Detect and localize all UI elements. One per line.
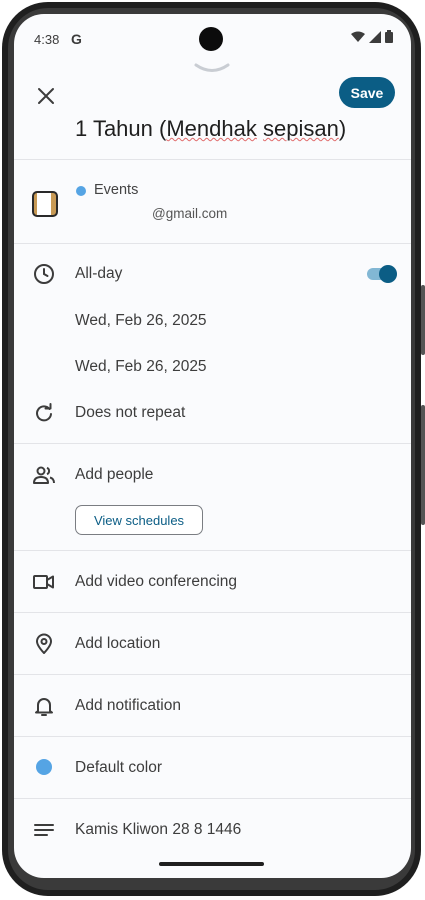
signal-icon — [369, 30, 381, 43]
save-button[interactable]: Save — [339, 77, 395, 108]
repeat-icon — [36, 403, 52, 422]
status-time: 4:38 — [34, 32, 60, 47]
all-day-toggle[interactable] — [367, 265, 397, 283]
people-icon — [33, 466, 55, 484]
video-conferencing-label: Add video conferencing — [75, 573, 238, 590]
power-button — [421, 285, 425, 355]
volume-button — [421, 405, 425, 525]
all-day-label: All-day — [75, 265, 123, 282]
location-pin-icon — [36, 633, 52, 654]
divider — [14, 612, 411, 613]
toggle-thumb — [379, 265, 397, 283]
wifi-icon — [351, 31, 365, 42]
close-icon[interactable] — [32, 82, 60, 110]
event-color-dot — [36, 759, 52, 775]
title-prefix: 1 Tahun ( — [75, 116, 167, 141]
screen: 4:38 G Save 1 Tahun (Mendhak sepisan) Ev… — [14, 14, 411, 878]
battery-icon — [385, 30, 393, 43]
bell-icon — [35, 698, 53, 716]
home-indicator[interactable] — [159, 862, 264, 866]
event-title[interactable]: 1 Tahun (Mendhak sepisan) — [75, 116, 346, 142]
status-icons — [351, 30, 393, 43]
video-camera-icon — [33, 575, 54, 589]
divider — [14, 674, 411, 675]
notification-label: Add notification — [75, 697, 181, 714]
divider — [14, 798, 411, 799]
status-bar: 4:38 G — [14, 14, 411, 64]
repeat-label: Does not repeat — [75, 404, 186, 421]
google-notification-icon: G — [71, 31, 82, 47]
description-lines-icon — [34, 824, 54, 836]
view-schedules-button[interactable]: View schedules — [75, 505, 203, 535]
title-word-2: sepisan — [262, 116, 339, 141]
description-text: Kamis Kliwon 28 8 1446 — [75, 821, 242, 838]
sheet-handle-chevron-icon[interactable] — [192, 62, 232, 76]
divider — [14, 736, 411, 737]
add-people-label: Add people — [75, 466, 154, 483]
calendar-color-dot — [76, 186, 86, 196]
divider — [14, 443, 411, 444]
divider — [14, 550, 411, 551]
account-email: @gmail.com — [152, 206, 228, 221]
divider — [14, 243, 411, 244]
color-label: Default color — [75, 759, 163, 776]
start-date[interactable]: Wed, Feb 26, 2025 — [75, 312, 207, 330]
account-avatar — [32, 191, 58, 217]
end-date[interactable]: Wed, Feb 26, 2025 — [75, 358, 207, 376]
title-suffix: ) — [338, 116, 347, 141]
calendar-name: Events — [94, 182, 139, 198]
camera-cutout — [199, 27, 223, 51]
location-label: Add location — [75, 635, 161, 652]
clock-icon — [34, 264, 54, 284]
title-word-1: Mendhak — [166, 116, 257, 141]
divider — [14, 159, 411, 160]
